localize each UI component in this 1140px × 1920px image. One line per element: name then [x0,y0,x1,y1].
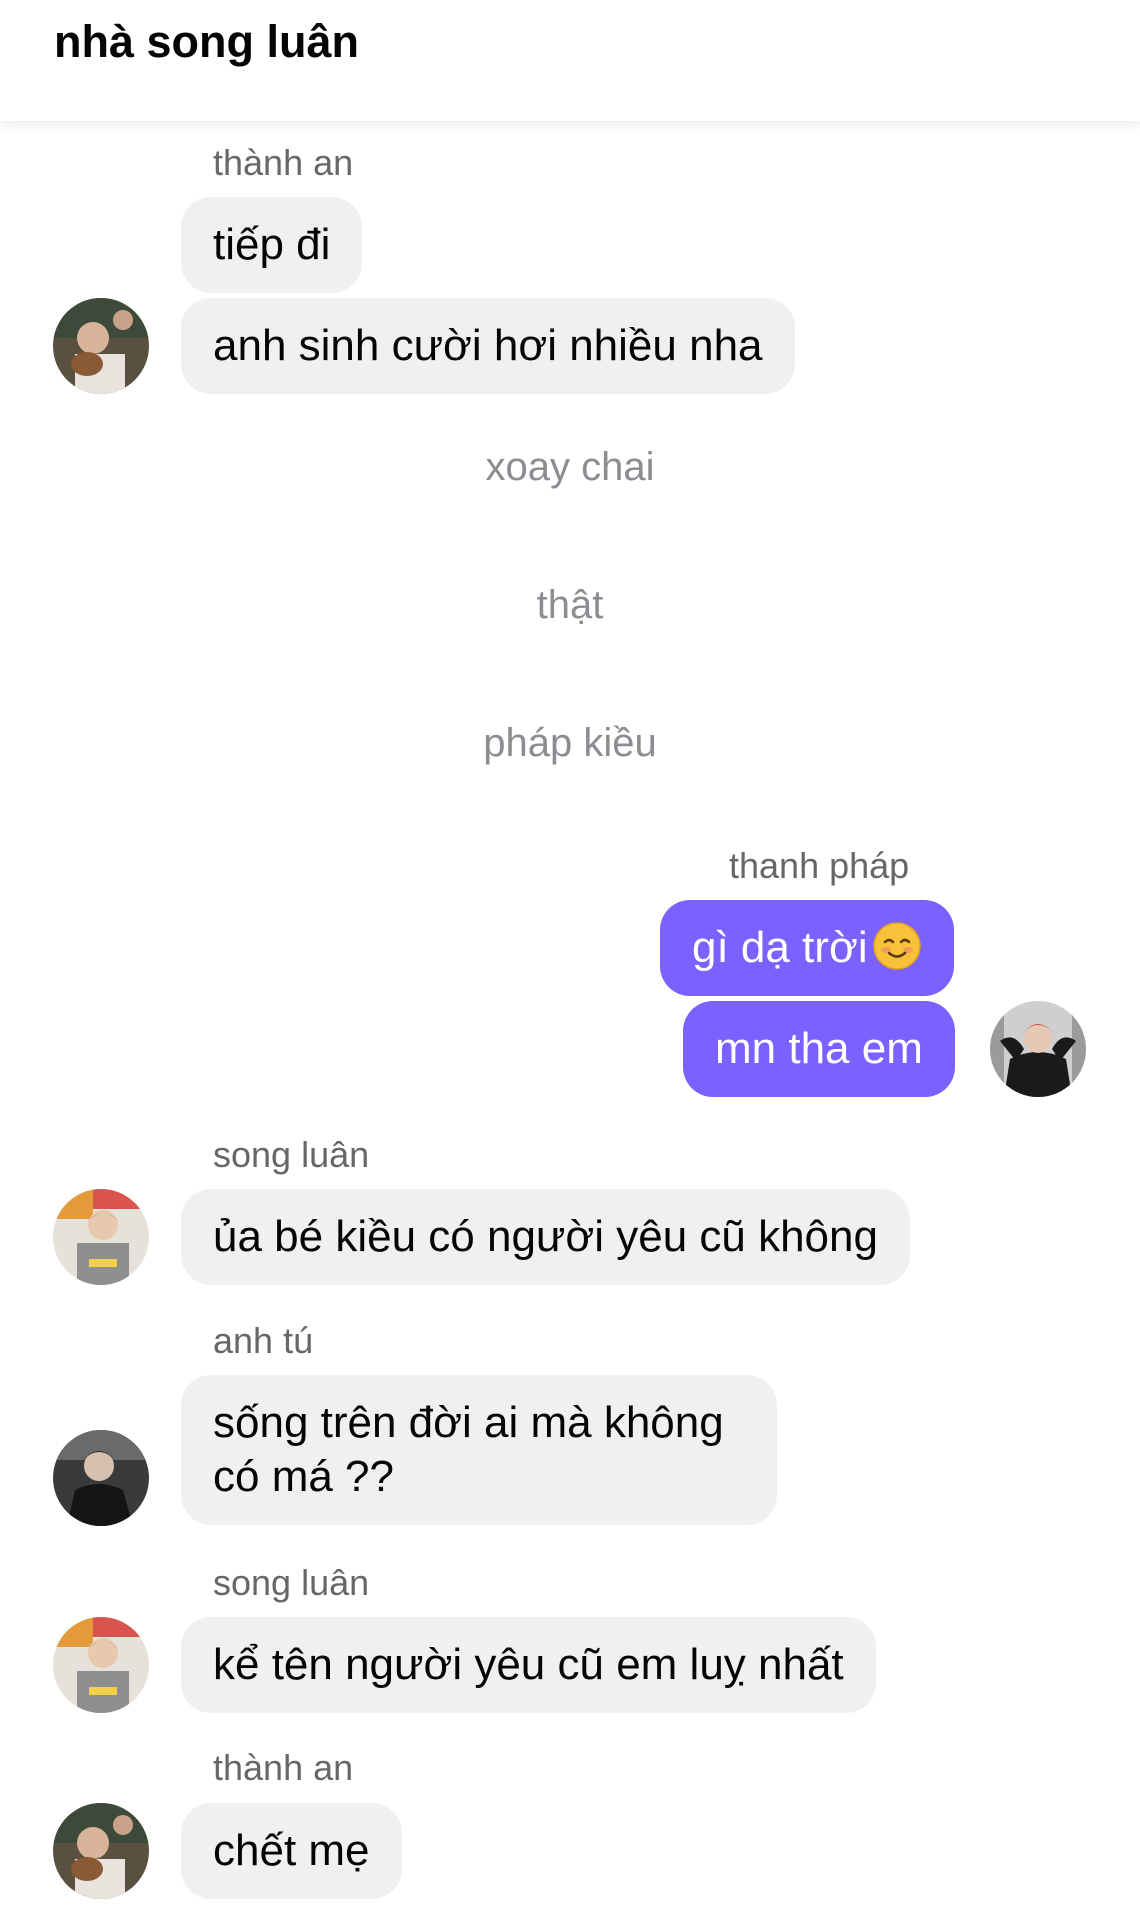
sender-name: thành an [213,1747,354,1788]
avatar-anh-tu[interactable] [53,1430,149,1526]
sender-name: anh tú [213,1320,314,1361]
avatar-thanh-an[interactable] [53,1803,149,1899]
system-note: thật [536,583,604,627]
message-bubble[interactable]: ủa bé kiều có người yêu cũ không [181,1189,910,1285]
system-note: pháp kiều [483,721,657,765]
message-bubble[interactable]: chết mẹ [181,1803,402,1899]
conversation-title[interactable]: nhà song luân [54,16,359,68]
message-bubble[interactable]: tiếp đi [181,197,363,293]
avatar-song-luan[interactable] [53,1189,149,1285]
message-line: có má ?? [213,1452,394,1501]
message-bubble-outgoing[interactable]: mn tha em [683,1001,955,1097]
sender-name: thành an [213,142,354,183]
sender-name: thanh pháp [729,845,910,886]
sender-name: song luân [213,1562,370,1603]
smiling-face-icon [872,921,922,971]
avatar-song-luan[interactable] [53,1617,149,1713]
message-bubble-outgoing[interactable]: gì dạ trời [660,900,954,996]
message-text: gì dạ trời [692,923,868,972]
message-bubble[interactable]: anh sinh cười hơi nhiều nha [181,298,795,394]
message-bubble[interactable]: kể tên người yêu cũ em luỵ nhất [181,1617,876,1713]
chat-header: nhà song luân [0,0,1140,121]
avatar-thanh-an[interactable] [53,298,149,394]
message-bubble[interactable]: sống trên đời ai mà không có má ?? [181,1375,777,1525]
avatar-thanh-phap[interactable] [990,1001,1086,1097]
system-note: xoay chai [485,445,655,489]
message-line: sống trên đời ai mà không [213,1398,724,1447]
sender-name: song luân [213,1134,370,1175]
